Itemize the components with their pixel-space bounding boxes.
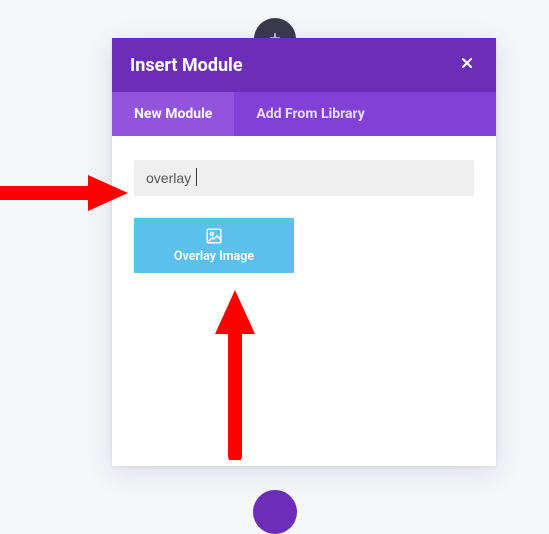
insert-module-modal: Insert Module New Module Add From Librar… [112, 38, 496, 466]
modal-tabs: New Module Add From Library [112, 92, 496, 136]
overlay-image-icon [205, 227, 223, 245]
tab-label: Add From Library [256, 106, 364, 122]
search-input[interactable] [134, 160, 474, 196]
modal-title: Insert Module [130, 55, 456, 76]
modal-header: Insert Module [112, 38, 496, 92]
close-button[interactable] [456, 54, 478, 76]
annotation-arrow-to-search [0, 167, 128, 219]
tab-label: New Module [134, 106, 212, 122]
modal-body: Overlay Image [112, 136, 496, 466]
module-results-row: Overlay Image [134, 218, 474, 273]
search-wrap [134, 160, 474, 196]
module-label: Overlay Image [174, 249, 254, 264]
module-overlay-image[interactable]: Overlay Image [134, 218, 294, 273]
close-icon [459, 55, 475, 75]
tab-add-from-library[interactable]: Add From Library [234, 92, 386, 136]
tab-new-module[interactable]: New Module [112, 92, 234, 136]
bottom-section-handle[interactable] [253, 490, 297, 534]
